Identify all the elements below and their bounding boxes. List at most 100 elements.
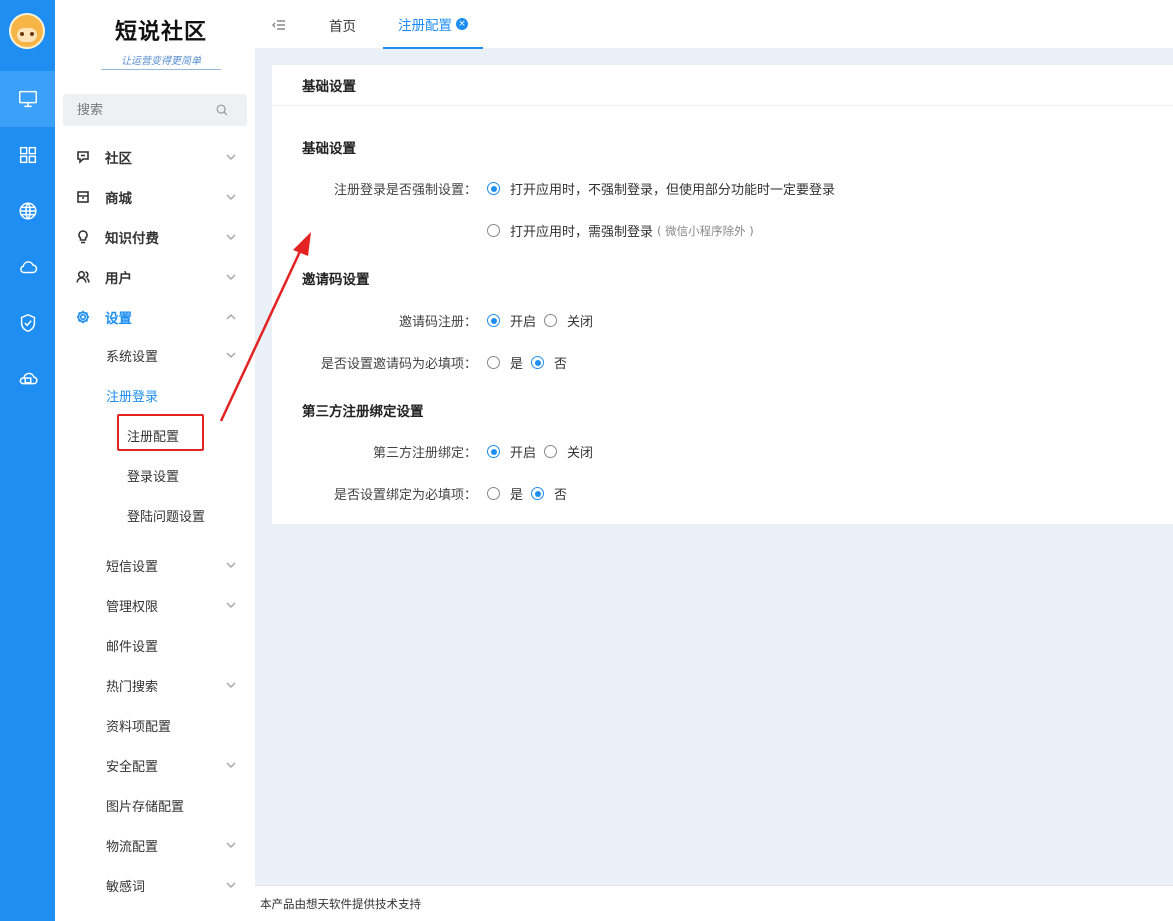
gear-icon: [75, 309, 91, 325]
menu-store[interactable]: 商城: [55, 177, 255, 217]
sub-label: 系统设置: [106, 349, 159, 365]
menu-community[interactable]: 社区: [55, 137, 255, 177]
globe-icon[interactable]: [0, 183, 55, 239]
footer: 本产品由想天软件提供技术支持: [255, 885, 1173, 921]
collapse-menu-icon[interactable]: [271, 17, 287, 33]
chevron-up-icon: [225, 311, 237, 323]
sub-system-settings[interactable]: 系统设置: [106, 335, 246, 375]
subsub-label: 注册配置: [127, 429, 180, 445]
sub-label: 邮件设置: [106, 639, 159, 655]
sub-label: 安全配置: [106, 759, 159, 775]
radio-selected[interactable]: [487, 182, 500, 195]
menu-users[interactable]: 用户: [55, 257, 255, 297]
force-login-label: 注册登录是否强制设置：: [333, 183, 477, 198]
close-icon[interactable]: ×: [456, 17, 468, 30]
sub-profile-fields[interactable]: 资料项配置: [106, 705, 246, 745]
cloud-store-icon[interactable]: [0, 351, 55, 407]
sub-label: 热门搜索: [106, 679, 159, 695]
grid-icon[interactable]: [0, 127, 55, 183]
shield-icon[interactable]: [0, 295, 55, 351]
sub-label: 短信设置: [106, 559, 159, 575]
sub-image-storage[interactable]: 图片存储配置: [106, 785, 246, 825]
invite-required-label: 是否设置邀请码为必填项：: [320, 357, 477, 372]
chat-icon: [75, 149, 91, 165]
sub-label: 管理权限: [106, 599, 159, 615]
subsub-label: 登陆问题设置: [127, 509, 206, 525]
menu-label: 用户: [105, 271, 132, 287]
sub-sensitive-words[interactable]: 敏感词: [106, 865, 246, 905]
sub-label: 图片存储配置: [106, 799, 185, 815]
settings-card: 基础设置 基础设置 注册登录是否强制设置： 打开应用时，不强制登录，但使用部分功…: [272, 65, 1173, 524]
third-party-bind-options: 开启 关闭: [487, 442, 601, 461]
radio-on-selected[interactable]: [487, 314, 500, 327]
force-login-option-2-text: 打开应用时，需强制登录: [510, 225, 654, 240]
menu-knowledge[interactable]: 知识付费: [55, 217, 255, 257]
tab-home[interactable]: 首页: [329, 0, 356, 49]
opt-yes-text: 是: [510, 488, 524, 503]
radio-off[interactable]: [544, 445, 558, 458]
tab-label: 首页: [329, 18, 356, 35]
sub-label: 物流配置: [106, 839, 159, 855]
footer-text: 本产品由想天软件提供技术支持: [260, 896, 421, 911]
tab-register-config[interactable]: 注册配置 ×: [383, 0, 483, 49]
chevron-down-icon: [225, 599, 237, 611]
force-login-option-2[interactable]: 打开应用时，需强制登录 ( 微信小程序除外 ): [487, 221, 754, 240]
bind-required-options: 是 否: [487, 484, 575, 503]
sub-hot-search[interactable]: 热门搜索: [106, 665, 246, 705]
store-icon: [75, 189, 91, 205]
menu-label: 社区: [105, 151, 132, 167]
sub-security-config[interactable]: 安全配置: [106, 745, 246, 785]
sub-admin-permissions[interactable]: 管理权限: [106, 585, 246, 625]
chevron-down-icon: [225, 271, 237, 283]
radio-yes[interactable]: [487, 356, 500, 369]
chevron-down-icon: [225, 879, 237, 891]
brand-name: 短说社区: [114, 19, 207, 45]
logo-icon: [9, 13, 45, 49]
opt-no-text: 否: [554, 488, 568, 503]
subsub-register-config[interactable]: 注册配置: [127, 415, 247, 455]
opt-on-text: 开启: [510, 315, 537, 330]
force-login-option-2-note: ( 微信小程序除外 ): [657, 223, 754, 238]
menu-settings[interactable]: 设置: [55, 297, 255, 337]
radio-no-selected[interactable]: [531, 356, 545, 369]
invite-register-options: 开启 关闭: [487, 311, 601, 330]
sub-sms-settings[interactable]: 短信设置: [106, 545, 246, 585]
subsub-login-issue-settings[interactable]: 登陆问题设置: [127, 495, 247, 535]
subsub-login-settings[interactable]: 登录设置: [127, 455, 247, 495]
search-box[interactable]: [63, 94, 247, 126]
bulb-icon: [75, 229, 91, 245]
search-icon[interactable]: [215, 103, 229, 117]
sidebar: 短说社区 让运营变得更简单 社区 商城 知识付费 用户 设置 系统设置 注册登录…: [55, 0, 255, 921]
chevron-down-icon: [225, 231, 237, 243]
tab-label: 注册配置: [398, 17, 452, 34]
top-tab-bar: 首页 注册配置 ×: [255, 0, 1173, 49]
radio-on-selected[interactable]: [487, 445, 500, 458]
opt-off-text: 关闭: [567, 315, 594, 330]
opt-no-text: 否: [554, 357, 568, 372]
brand-slogan: 让运营变得更简单: [101, 52, 221, 70]
sub-register-login[interactable]: 注册登录: [106, 375, 246, 415]
chevron-down-icon: [225, 679, 237, 691]
radio-unselected[interactable]: [487, 224, 500, 237]
force-login-option-1[interactable]: 打开应用时，不强制登录，但使用部分功能时一定要登录: [487, 179, 835, 198]
chevron-down-icon: [225, 559, 237, 571]
invite-required-options: 是 否: [487, 353, 575, 372]
force-login-option-1-text: 打开应用时，不强制登录，但使用部分功能时一定要登录: [510, 183, 836, 198]
radio-yes[interactable]: [487, 487, 500, 500]
cloud-icon[interactable]: [0, 239, 55, 295]
radio-off[interactable]: [544, 314, 558, 327]
opt-yes-text: 是: [510, 357, 524, 372]
sub-email-settings[interactable]: 邮件设置: [106, 625, 246, 665]
opt-off-text: 关闭: [567, 446, 594, 461]
sub-label: 敏感词: [106, 879, 146, 895]
chevron-down-icon: [225, 839, 237, 851]
monitor-icon[interactable]: [0, 71, 55, 127]
sub-label: 注册登录: [106, 389, 159, 405]
chevron-down-icon: [225, 349, 237, 361]
section-third-party-title: 第三方注册绑定设置: [302, 404, 424, 420]
sub-logistics-config[interactable]: 物流配置: [106, 825, 246, 865]
menu-label: 商城: [105, 191, 132, 207]
card-title: 基础设置: [272, 65, 1173, 106]
chevron-down-icon: [225, 151, 237, 163]
radio-no-selected[interactable]: [531, 487, 545, 500]
